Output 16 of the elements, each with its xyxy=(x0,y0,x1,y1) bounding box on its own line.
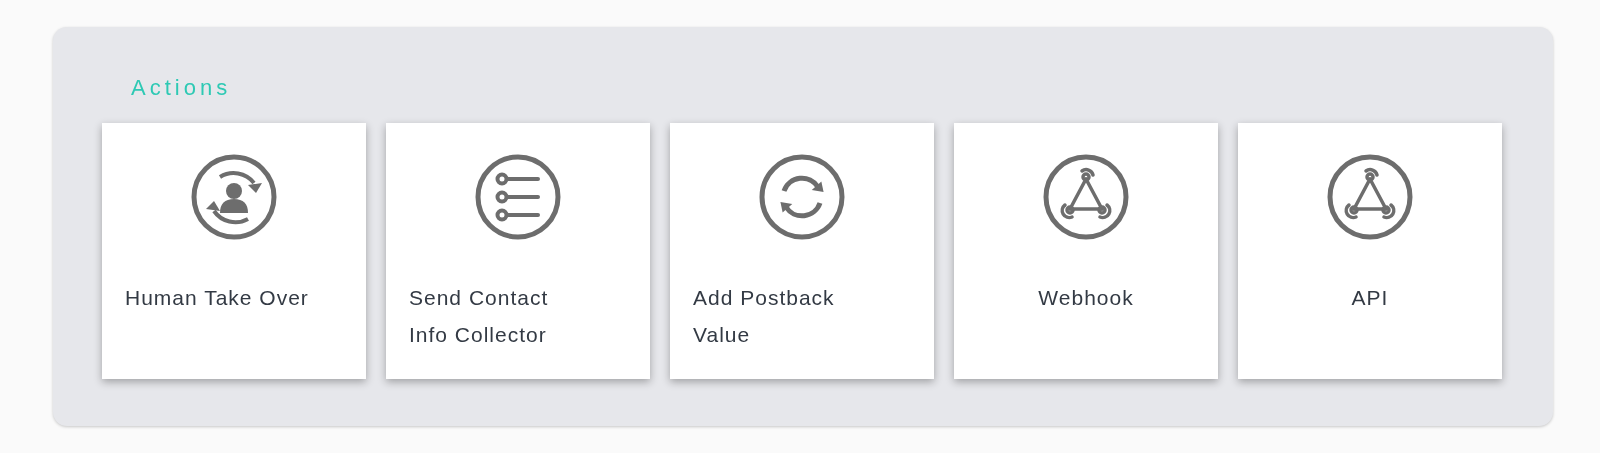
section-title: Actions xyxy=(131,75,232,101)
action-card[interactable]: API xyxy=(1238,123,1502,379)
action-card[interactable]: Human Take Over xyxy=(102,123,366,379)
refresh-icon xyxy=(758,153,846,241)
webhook-icon xyxy=(1042,153,1130,241)
action-card[interactable]: Add Postback Value xyxy=(670,123,934,379)
person-cycle-icon xyxy=(190,153,278,241)
action-label: Send Contact Info Collector xyxy=(409,285,550,348)
action-label: Webhook xyxy=(1038,285,1134,311)
action-label: API xyxy=(1351,285,1389,311)
webhook-icon xyxy=(1326,153,1414,241)
action-label: Add Postback Value xyxy=(693,285,836,348)
action-card[interactable]: Send Contact Info Collector xyxy=(386,123,650,379)
list-icon xyxy=(474,153,562,241)
action-card[interactable]: Webhook xyxy=(954,123,1218,379)
action-label: Human Take Over xyxy=(125,285,309,311)
